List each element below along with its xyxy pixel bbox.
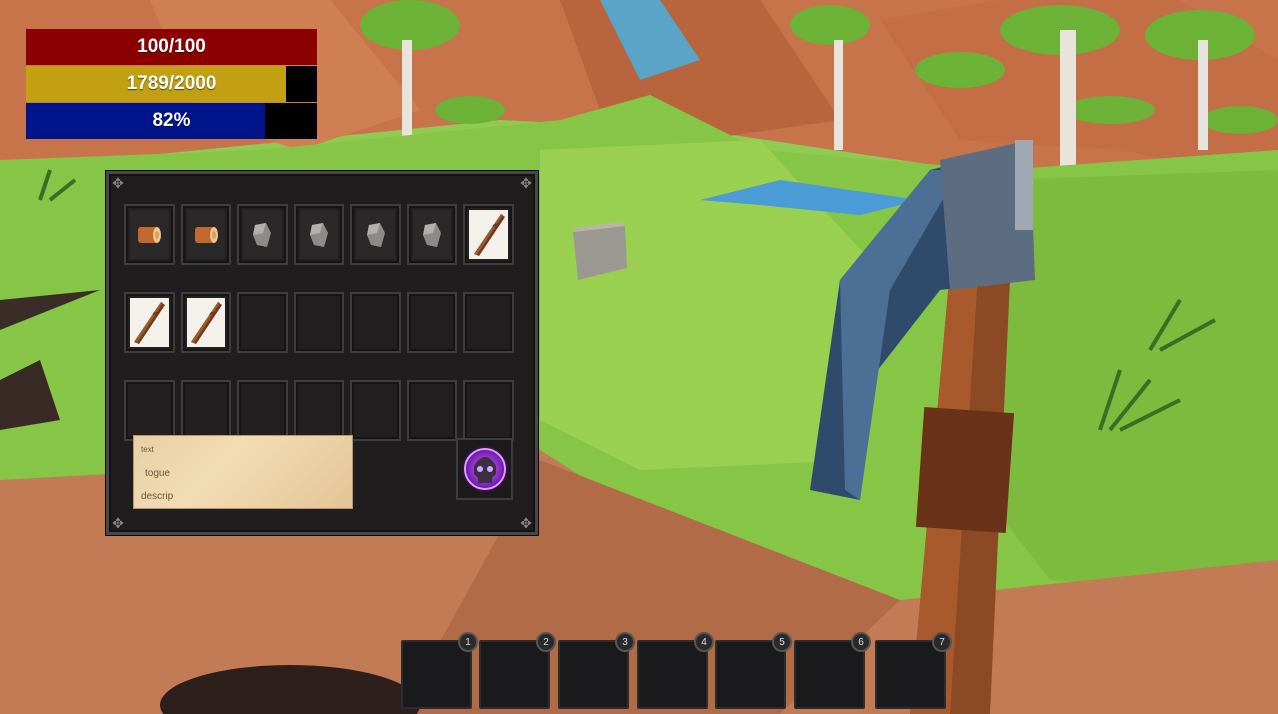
inventory-slot-stick[interactable]	[180, 292, 232, 353]
inventory-item	[299, 210, 339, 259]
inventory-slot-empty[interactable]	[463, 292, 515, 353]
status-bars: 100/100 1789/2000 82%	[26, 29, 317, 140]
hotbar-slot-1[interactable]: 1	[401, 632, 478, 709]
item-description-line: descrip	[141, 491, 174, 502]
inventory-grid	[124, 204, 515, 468]
ornament-corner-icon: ✥	[520, 515, 532, 531]
inventory-item	[356, 210, 395, 259]
hotbar-slot-number: 2	[536, 632, 556, 652]
inventory-slot-stone[interactable]	[293, 204, 345, 265]
inventory-slot-stick[interactable]	[124, 292, 175, 353]
inventory-item	[186, 210, 226, 259]
health-bar: 100/100	[26, 29, 317, 65]
item-description-line: text	[141, 445, 154, 454]
inventory-slot-stick[interactable]	[463, 204, 515, 265]
inventory-slot-empty[interactable]	[237, 292, 288, 353]
item-description-box: text togue descrip	[133, 435, 353, 509]
hotbar-slot-number: 7	[932, 632, 952, 652]
inventory-item	[130, 210, 169, 259]
inventory-item	[469, 210, 509, 259]
item-description-line: togue	[145, 468, 171, 479]
stone-icon	[253, 222, 272, 247]
special-item-slot[interactable]	[456, 438, 513, 500]
inventory-panel: ✥ ✥ ✥ ✥ text togue descrip	[106, 171, 538, 535]
inventory-row	[124, 292, 515, 353]
inventory-slot-empty[interactable]	[124, 380, 175, 441]
inventory-item	[243, 210, 282, 259]
stick-icon	[190, 301, 222, 344]
hotbar-slot-2[interactable]: 2	[479, 632, 556, 709]
inventory-slot-empty[interactable]	[350, 292, 401, 353]
inventory-slot-wood[interactable]	[124, 204, 175, 265]
stamina-bar-label: 1789/2000	[126, 73, 217, 94]
inventory-item	[130, 298, 169, 347]
purple-skull-icon	[459, 444, 510, 494]
stamina-bar: 1789/2000	[26, 66, 317, 102]
hotbar: 1 2 3 4 5 6 7	[401, 627, 952, 709]
hotbar-slot-number: 3	[615, 632, 635, 652]
stick-icon	[473, 213, 505, 256]
inventory-slot-stone[interactable]	[350, 204, 401, 265]
inventory-slot-empty[interactable]	[237, 380, 288, 441]
ornament-corner-icon: ✥	[520, 175, 532, 191]
mana-bar-label: 82%	[152, 110, 191, 131]
inventory-slot-wood[interactable]	[180, 204, 232, 265]
hotbar-slot-number: 4	[694, 632, 714, 652]
inventory-slot-stone[interactable]	[237, 204, 288, 265]
wood-log-icon	[138, 226, 162, 243]
inventory-slot-empty[interactable]	[293, 380, 345, 441]
hotbar-slot-4[interactable]: 4	[637, 632, 714, 709]
hotbar-slot-7[interactable]: 7	[875, 632, 952, 709]
wood-log-icon	[194, 226, 218, 243]
inventory-slot-empty[interactable]	[293, 292, 345, 353]
hotbar-slot-5[interactable]: 5	[715, 632, 792, 709]
inventory-slot-empty[interactable]	[406, 380, 458, 441]
inventory-slot-empty[interactable]	[463, 380, 515, 441]
hotbar-slot-number: 1	[458, 632, 478, 652]
inventory-row	[124, 204, 515, 265]
inventory-slot-empty[interactable]	[406, 292, 458, 353]
hotbar-slot-3[interactable]: 3	[558, 632, 635, 709]
inventory-slot-stone[interactable]	[406, 204, 458, 265]
hotbar-slot-number: 6	[851, 632, 871, 652]
ornament-corner-icon: ✥	[112, 515, 124, 531]
mana-bar: 82%	[26, 103, 317, 139]
stone-icon	[310, 222, 329, 247]
ornament-corner-icon: ✥	[112, 175, 124, 191]
stone-icon	[423, 222, 442, 247]
hotbar-slot-number: 5	[772, 632, 792, 652]
inventory-item	[186, 298, 226, 347]
inventory-item	[412, 210, 452, 259]
inventory-row	[124, 380, 515, 441]
inventory-slot-empty[interactable]	[350, 380, 401, 441]
health-bar-label: 100/100	[137, 36, 206, 57]
hotbar-slot-6[interactable]: 6	[794, 632, 871, 709]
stick-icon	[134, 301, 166, 344]
inventory-slot-empty[interactable]	[180, 380, 232, 441]
stone-icon	[366, 222, 385, 247]
